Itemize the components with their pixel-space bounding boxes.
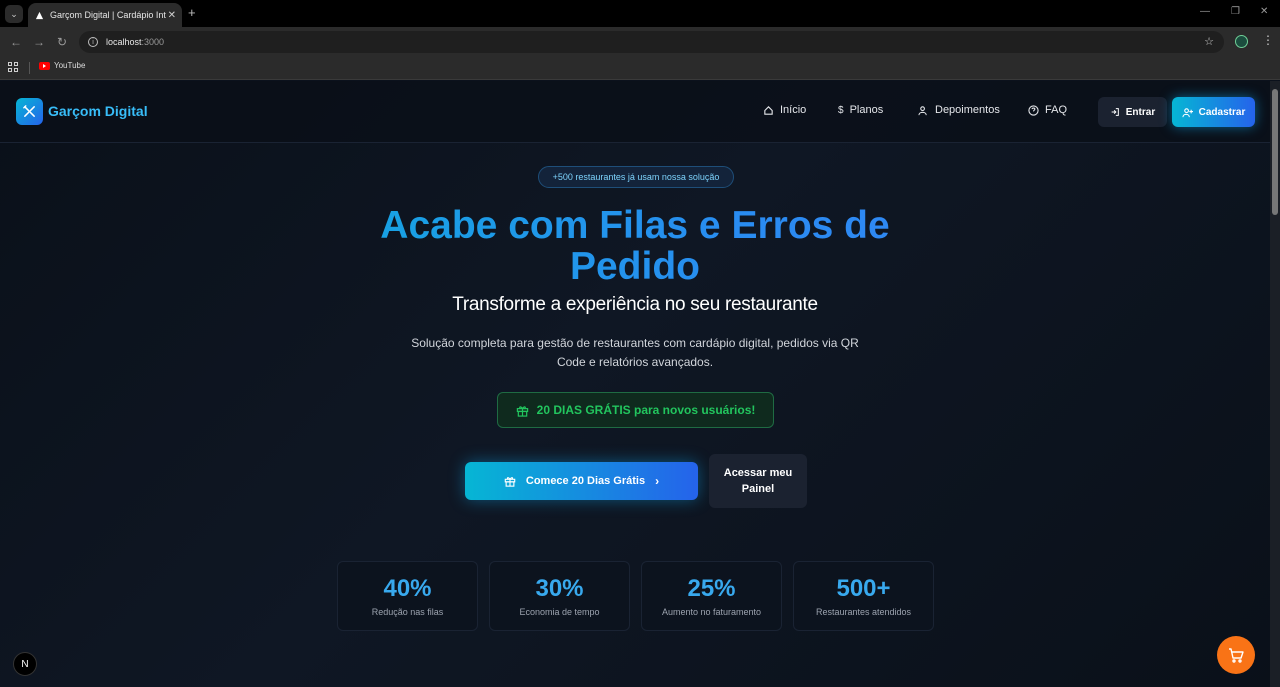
gift-icon	[516, 405, 528, 417]
browser-toolbar: ← → ↻ i localhost:3000 ☆ ⋮	[0, 27, 1280, 56]
signup-button[interactable]: Cadastrar	[1172, 97, 1255, 127]
chevron-right-icon: ›	[655, 474, 660, 488]
start-trial-label: Comece 20 Dias Grátis	[525, 475, 646, 487]
cart-button[interactable]	[1217, 636, 1255, 674]
nav-planos[interactable]: $ Planos	[838, 104, 883, 116]
hero-subtitle: Transforme a experiência no seu restaura…	[452, 294, 818, 315]
tab-title: Garçom Digital | Cardápio Inte	[50, 10, 166, 20]
stat-label: Redução nas filas	[371, 607, 444, 617]
new-tab-button[interactable]: +	[188, 5, 196, 20]
bookmark-star-icon[interactable]: ☆	[1204, 35, 1214, 48]
apps-grid-icon[interactable]	[8, 62, 18, 72]
login-icon	[1111, 108, 1119, 116]
site-info-icon[interactable]: i	[88, 37, 98, 47]
home-icon	[764, 105, 773, 115]
free-trial-banner: 20 DIAS GRÁTIS para novos usuários!	[497, 392, 774, 428]
stat-card: 25% Aumento no faturamento	[641, 561, 782, 631]
stat-card: 500+ Restaurantes atendidos	[793, 561, 934, 631]
nav-depoimentos[interactable]: Depoimentos	[918, 104, 1000, 116]
hero-description: Solução completa para gestão de restaura…	[411, 336, 859, 369]
nav-label: Depoimentos	[935, 104, 1000, 116]
page-viewport: Garçom Digital Início $ Planos Depoiment…	[0, 81, 1280, 687]
url-host: localhost	[106, 37, 142, 47]
stat-label: Economia de tempo	[519, 607, 600, 617]
forward-arrow-icon[interactable]: →	[33, 35, 45, 49]
stat-card: 30% Economia de tempo	[489, 561, 630, 631]
browser-tabbar: ⌄ Garçom Digital | Cardápio Inte ✕ + — ❐…	[0, 0, 1280, 27]
tab-close-icon[interactable]: ✕	[168, 10, 176, 21]
restore-button[interactable]: ❐	[1231, 6, 1240, 17]
dashboard-button[interactable]: Acessar meu Painel	[709, 454, 807, 508]
nav-label: FAQ	[1045, 104, 1068, 116]
browser-menu-icon[interactable]: ⋮	[1262, 33, 1274, 47]
back-arrow-icon[interactable]: ←	[10, 35, 22, 49]
help-circle-icon	[1028, 104, 1039, 116]
bookmarks-divider	[29, 62, 30, 74]
login-button[interactable]: Entrar	[1098, 97, 1167, 127]
scrollbar-thumb[interactable]	[1272, 89, 1278, 215]
social-proof-badge: +500 restaurantes já usam nossa solução	[538, 166, 734, 188]
gift-icon	[504, 477, 516, 487]
nextjs-dev-indicator-icon[interactable]: N	[13, 652, 37, 676]
login-label: Entrar	[1125, 106, 1156, 118]
page-scrollbar[interactable]	[1270, 81, 1280, 687]
tab-search-button[interactable]: ⌄	[5, 5, 23, 23]
nextjs-favicon-icon	[34, 10, 44, 20]
stat-card: 40% Redução nas filas	[337, 561, 478, 631]
stat-value: 500+	[836, 575, 891, 602]
extension-icon[interactable]	[1235, 35, 1248, 48]
bookmarks-bar: YouTube	[0, 56, 1280, 80]
nav-faq[interactable]: FAQ	[1028, 104, 1067, 116]
start-trial-button[interactable]: Comece 20 Dias Grátis ›	[465, 462, 698, 500]
hero-title-line: Pedido	[569, 245, 700, 288]
users-icon	[918, 105, 927, 115]
stat-label: Aumento no faturamento	[661, 607, 762, 617]
reload-icon[interactable]: ↻	[57, 35, 67, 49]
address-bar[interactable]: i localhost:3000 ☆	[79, 31, 1224, 53]
user-plus-icon	[1182, 107, 1193, 117]
signup-label: Cadastrar	[1198, 106, 1246, 118]
site-header: Garçom Digital Início $ Planos Depoiment…	[0, 81, 1270, 143]
youtube-icon	[39, 61, 50, 70]
browser-tab[interactable]: Garçom Digital | Cardápio Inte ✕	[28, 3, 182, 27]
brand-name[interactable]: Garçom Digital	[48, 103, 148, 119]
nav-inicio[interactable]: Início	[763, 104, 806, 116]
dollar-icon: $	[838, 104, 844, 116]
hero-title: Acabe com Filas e Erros de Pedido	[0, 205, 1270, 287]
minimize-button[interactable]: —	[1200, 6, 1210, 17]
stat-value: 30%	[535, 575, 584, 602]
stat-value: 40%	[383, 575, 432, 602]
bookmark-label: YouTube	[54, 61, 86, 70]
stat-label: Restaurantes atendidos	[815, 607, 912, 617]
hero-title-line: Acabe com Filas e Erros de	[380, 204, 890, 247]
utensils-logo-icon[interactable]	[16, 98, 43, 125]
nav-label: Planos	[849, 104, 884, 116]
close-window-button[interactable]: ✕	[1260, 6, 1268, 17]
nav-label: Início	[780, 104, 807, 116]
promo-text: 20 DIAS GRÁTIS para novos usuários!	[536, 403, 756, 417]
dashboard-label: Acessar meu Painel	[723, 467, 793, 495]
bookmark-youtube[interactable]: YouTube	[39, 61, 85, 70]
stat-value: 25%	[687, 575, 736, 602]
shopping-cart-icon	[1229, 648, 1244, 663]
url-port: :3000	[141, 37, 165, 47]
